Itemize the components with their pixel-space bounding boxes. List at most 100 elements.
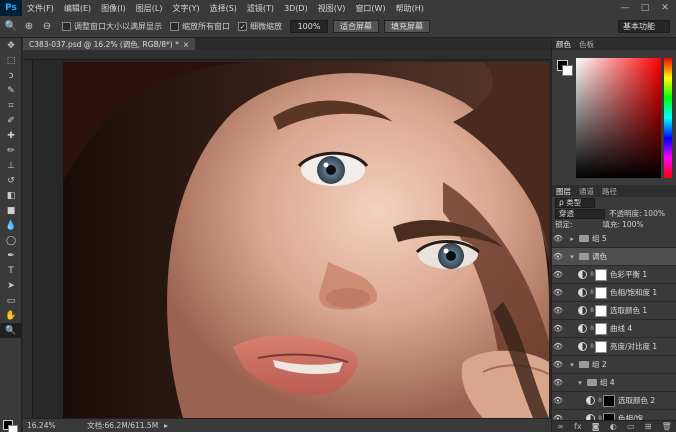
close-button[interactable]: ✕: [656, 0, 674, 16]
expand-arrow-icon[interactable]: ▸: [568, 235, 576, 243]
add-mask-icon[interactable]: ◙: [592, 422, 600, 431]
expand-arrow-icon[interactable]: ▾: [568, 361, 576, 369]
menu-layer[interactable]: 图层(L): [131, 3, 168, 14]
type-icon[interactable]: T: [0, 263, 22, 278]
close-tab-icon[interactable]: ×: [183, 40, 189, 49]
layer-mask-thumbnail[interactable]: [603, 394, 615, 407]
zoom-in-icon[interactable]: ⊕: [22, 20, 36, 34]
hue-slider[interactable]: [664, 58, 672, 178]
crop-icon[interactable]: ⌗: [0, 98, 22, 113]
tab-color[interactable]: 颜色: [552, 39, 575, 50]
visibility-eye-icon[interactable]: 👁: [552, 306, 564, 315]
image-canvas[interactable]: [63, 62, 549, 418]
zoom-tool-icon[interactable]: 🔍: [4, 20, 18, 34]
color-panel-background[interactable]: [562, 65, 573, 76]
menu-help[interactable]: 帮助(H): [391, 3, 429, 14]
tab-channels[interactable]: 通道: [575, 186, 598, 197]
layer-row[interactable]: 👁 8 亮度/对比度 1: [552, 338, 676, 356]
layer-mask-thumbnail[interactable]: [595, 322, 607, 335]
layer-row[interactable]: 👁 8 选取颜色 1: [552, 302, 676, 320]
opacity-value[interactable]: 100%: [644, 209, 665, 218]
layer-filter-select[interactable]: ρ 类型: [555, 197, 595, 208]
visibility-eye-icon[interactable]: 👁: [552, 324, 564, 333]
path-select-icon[interactable]: ➤: [0, 278, 22, 293]
expand-arrow-icon[interactable]: ▾: [568, 253, 576, 261]
layer-row[interactable]: 👁 8 色相/饱和度 1: [552, 284, 676, 302]
expand-arrow-icon[interactable]: ▾: [576, 379, 584, 387]
layer-mask-thumbnail[interactable]: [595, 286, 607, 299]
menu-view[interactable]: 视图(V): [313, 3, 351, 14]
layer-row[interactable]: 👁 ▸ 组 5: [552, 230, 676, 248]
zoom-all-checkbox[interactable]: 缩放所有窗口: [170, 21, 230, 32]
zoom-out-icon[interactable]: ⊖: [40, 20, 54, 34]
blend-mode-select[interactable]: 穿透: [555, 208, 605, 219]
checked-icon[interactable]: ✓: [238, 22, 247, 31]
eyedropper-icon[interactable]: ✐: [0, 113, 22, 128]
lasso-icon[interactable]: ↄ: [0, 68, 22, 83]
maximize-button[interactable]: □: [636, 0, 654, 16]
new-adjustment-icon[interactable]: ◐: [610, 422, 617, 431]
color-field[interactable]: [576, 58, 661, 178]
visibility-eye-icon[interactable]: 👁: [552, 378, 564, 387]
new-layer-icon[interactable]: ⊞: [645, 422, 652, 431]
marquee-icon[interactable]: ⬚: [0, 53, 22, 68]
layer-mask-thumbnail[interactable]: [595, 340, 607, 353]
visibility-eye-icon[interactable]: 👁: [552, 288, 564, 297]
menu-select[interactable]: 选择(S): [205, 3, 242, 14]
visibility-eye-icon[interactable]: 👁: [552, 342, 564, 351]
visibility-eye-icon[interactable]: 👁: [552, 234, 564, 243]
pen-icon[interactable]: ✒: [0, 248, 22, 263]
stamp-icon[interactable]: ⊥: [0, 158, 22, 173]
move-icon[interactable]: ✥: [0, 38, 22, 53]
menu-edit[interactable]: 编辑(E): [59, 3, 96, 14]
layer-mask-thumbnail[interactable]: [595, 304, 607, 317]
minimize-button[interactable]: —: [616, 0, 634, 16]
menu-file[interactable]: 文件(F): [22, 3, 59, 14]
checkbox-icon[interactable]: [62, 22, 71, 31]
tab-layers[interactable]: 图层: [552, 186, 575, 197]
delete-layer-icon[interactable]: 🗑: [662, 422, 672, 431]
quick-select-icon[interactable]: ✎: [0, 83, 22, 98]
scrubby-zoom-checkbox[interactable]: ✓ 细微缩放: [238, 21, 282, 32]
fill-value[interactable]: 100%: [622, 220, 643, 229]
brush-icon[interactable]: ✏: [0, 143, 22, 158]
layer-row[interactable]: 👁 8 色彩平衡 1: [552, 266, 676, 284]
document-tab[interactable]: C383-037.psd @ 16.2% (调色, RGB/8*) * ×: [23, 38, 196, 50]
history-brush-icon[interactable]: ↺: [0, 173, 22, 188]
menu-type[interactable]: 文字(Y): [167, 3, 204, 14]
layer-row[interactable]: 👁 8 选取颜色 2: [552, 392, 676, 410]
menu-window[interactable]: 窗口(W): [350, 3, 390, 14]
layer-row[interactable]: 👁 ▾ 组 4: [552, 374, 676, 392]
fill-screen-button[interactable]: 填充屏幕: [384, 20, 430, 33]
visibility-eye-icon[interactable]: 👁: [552, 270, 564, 279]
tab-swatches[interactable]: 色板: [575, 39, 598, 50]
visibility-eye-icon[interactable]: 👁: [552, 360, 564, 369]
menu-image[interactable]: 图像(I): [96, 3, 131, 14]
link-layers-icon[interactable]: ∞: [557, 422, 564, 431]
status-menu-arrow-icon[interactable]: ▸: [164, 421, 168, 430]
background-color-swatch[interactable]: [8, 425, 18, 432]
menu-3d[interactable]: 3D(D): [279, 4, 313, 13]
tab-paths[interactable]: 路径: [598, 186, 621, 197]
zoom-icon[interactable]: 🔍: [0, 323, 22, 338]
menu-filter[interactable]: 滤镜(T): [242, 3, 279, 14]
healing-icon[interactable]: ✚: [0, 128, 22, 143]
zoom-readout[interactable]: 16.24%: [27, 421, 67, 430]
hand-icon[interactable]: ✋: [0, 308, 22, 323]
layer-row[interactable]: 👁 8 曲线 4: [552, 320, 676, 338]
dodge-icon[interactable]: ◯: [0, 233, 22, 248]
eraser-icon[interactable]: ◧: [0, 188, 22, 203]
gradient-icon[interactable]: ■: [0, 203, 22, 218]
layer-style-icon[interactable]: fx: [574, 422, 582, 431]
zoom-value-field[interactable]: 100%: [290, 20, 328, 33]
visibility-eye-icon[interactable]: 👁: [552, 252, 564, 261]
workspace-select[interactable]: 基本功能: [618, 20, 670, 33]
new-group-icon[interactable]: ▭: [627, 422, 635, 431]
layer-row[interactable]: 👁 ▾ 调色: [552, 248, 676, 266]
visibility-eye-icon[interactable]: 👁: [552, 396, 564, 405]
fit-screen-button[interactable]: 适合屏幕: [333, 20, 379, 33]
blur-icon[interactable]: 💧: [0, 218, 22, 233]
resize-windows-checkbox[interactable]: 调整窗口大小以满屏显示: [62, 21, 162, 32]
checkbox-icon[interactable]: [170, 22, 179, 31]
shape-icon[interactable]: ▭: [0, 293, 22, 308]
